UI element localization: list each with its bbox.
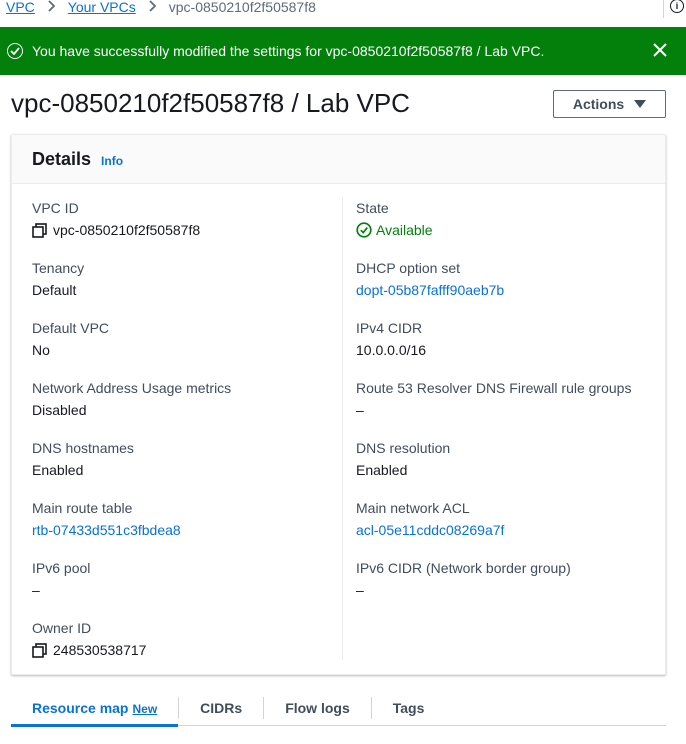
details-card: Details Info VPC ID vpc-0850210f2f50587f… bbox=[11, 134, 666, 675]
details-card-header: Details Info bbox=[12, 135, 665, 184]
main-route-table-link[interactable]: rtb-07433d551c3fbdea8 bbox=[32, 520, 181, 540]
field-dhcp-option-set: DHCP option set dopt-05b87fafff90aeb7b bbox=[356, 258, 504, 300]
field-tenancy: Tenancy Default bbox=[32, 258, 84, 300]
field-value: – bbox=[356, 402, 364, 418]
field-value: – bbox=[356, 582, 364, 598]
owner-id-value: 248530538717 bbox=[53, 642, 147, 658]
field-dns-hostnames: DNS hostnames Enabled bbox=[32, 438, 134, 480]
field-nau-metrics: Network Address Usage metrics Disabled bbox=[32, 378, 231, 420]
field-value: Enabled bbox=[32, 462, 84, 478]
field-label: Main route table bbox=[32, 500, 133, 516]
field-main-route-table: Main route table rtb-07433d551c3fbdea8 bbox=[32, 498, 181, 540]
actions-button[interactable]: Actions bbox=[553, 90, 666, 118]
field-label: DNS hostnames bbox=[32, 440, 134, 456]
actions-button-label: Actions bbox=[572, 96, 625, 112]
tab-label: Tags bbox=[392, 699, 425, 716]
info-link[interactable]: Info bbox=[101, 154, 123, 168]
field-value: – bbox=[32, 582, 40, 598]
tab-cidrs[interactable]: CIDRs bbox=[179, 690, 263, 726]
field-value: 248530538717 bbox=[32, 640, 146, 660]
state-value: Available bbox=[376, 222, 433, 238]
tab-label: Resource map bbox=[32, 699, 129, 716]
tab-tags[interactable]: Tags bbox=[372, 690, 446, 726]
field-label: Main network ACL bbox=[356, 500, 470, 516]
field-label: IPv6 pool bbox=[32, 560, 91, 576]
field-label: IPv4 CIDR bbox=[356, 320, 423, 336]
field-label: Default VPC bbox=[32, 320, 110, 336]
tab-resource-map[interactable]: Resource map New bbox=[11, 690, 179, 727]
field-label: Route 53 Resolver DNS Firewall rule grou… bbox=[356, 380, 632, 396]
field-value: Default bbox=[32, 282, 77, 298]
field-label: DNS resolution bbox=[356, 440, 451, 456]
copy-icon[interactable] bbox=[32, 642, 47, 658]
field-value: vpc-0850210f2f50587f8 bbox=[32, 220, 200, 240]
page-title: vpc-0850210f2f50587f8 / Lab VPC bbox=[11, 88, 410, 118]
field-owner-id: Owner ID 248530538717 bbox=[32, 618, 146, 660]
field-default-vpc: Default VPC No bbox=[32, 318, 109, 360]
field-ipv4-cidr: IPv4 CIDR 10.0.0.0/16 bbox=[356, 318, 426, 360]
main-network-acl-link[interactable]: acl-05e11cddc08269a7f bbox=[356, 520, 504, 540]
breadcrumb: VPC Your VPCs vpc-0850210f2f50587f8 bbox=[6, 0, 686, 17]
chevron-right-icon bbox=[148, 0, 157, 15]
field-label: VPC ID bbox=[32, 200, 79, 216]
check-circle-icon bbox=[7, 43, 23, 59]
new-badge: New bbox=[132, 701, 158, 716]
close-icon[interactable] bbox=[652, 42, 668, 58]
field-value: No bbox=[32, 342, 50, 358]
field-main-network-acl: Main network ACL acl-05e11cddc08269a7f bbox=[356, 498, 504, 540]
caret-down-icon bbox=[634, 100, 647, 108]
flash-message: You have successfully modified the setti… bbox=[32, 43, 545, 59]
status-available-icon bbox=[356, 222, 372, 238]
copy-icon[interactable] bbox=[32, 222, 47, 238]
breadcrumb-vpc-link[interactable]: VPC bbox=[6, 0, 35, 15]
field-label: DHCP option set bbox=[356, 260, 461, 276]
tab-flow-logs[interactable]: Flow logs bbox=[264, 690, 371, 726]
field-value: Available bbox=[356, 220, 433, 240]
field-label: State bbox=[356, 200, 389, 216]
dhcp-option-set-link[interactable]: dopt-05b87fafff90aeb7b bbox=[356, 280, 504, 300]
field-label: Tenancy bbox=[32, 260, 85, 276]
breadcrumb-current: vpc-0850210f2f50587f8 bbox=[168, 0, 316, 15]
field-state: State Available bbox=[356, 198, 433, 240]
field-ipv6-cidr: IPv6 CIDR (Network border group) – bbox=[356, 558, 571, 600]
field-route53-firewall: Route 53 Resolver DNS Firewall rule grou… bbox=[356, 378, 631, 420]
vpc-id-value: vpc-0850210f2f50587f8 bbox=[53, 222, 201, 238]
tabs-bar: Resource map New CIDRs Flow logs Tags bbox=[11, 690, 666, 727]
details-title: Details bbox=[32, 148, 92, 169]
breadcrumb-your-vpcs-link[interactable]: Your VPCs bbox=[68, 0, 136, 15]
field-vpc-id: VPC ID vpc-0850210f2f50587f8 bbox=[32, 198, 200, 240]
field-dns-resolution: DNS resolution Enabled bbox=[356, 438, 450, 480]
column-divider bbox=[342, 197, 343, 660]
success-flash-banner: You have successfully modified the setti… bbox=[0, 27, 686, 75]
field-value: Enabled bbox=[356, 462, 408, 478]
tab-label: Flow logs bbox=[285, 699, 350, 716]
chevron-right-icon bbox=[47, 0, 56, 15]
field-value: 10.0.0.0/16 bbox=[356, 342, 427, 358]
field-label: Owner ID bbox=[32, 620, 92, 636]
field-ipv6-pool: IPv6 pool – bbox=[32, 558, 90, 600]
divider bbox=[663, 0, 664, 18]
field-label: Network Address Usage metrics bbox=[32, 380, 232, 396]
field-value: Disabled bbox=[32, 402, 87, 418]
tab-label: CIDRs bbox=[200, 699, 243, 716]
field-label: IPv6 CIDR (Network border group) bbox=[356, 560, 571, 576]
